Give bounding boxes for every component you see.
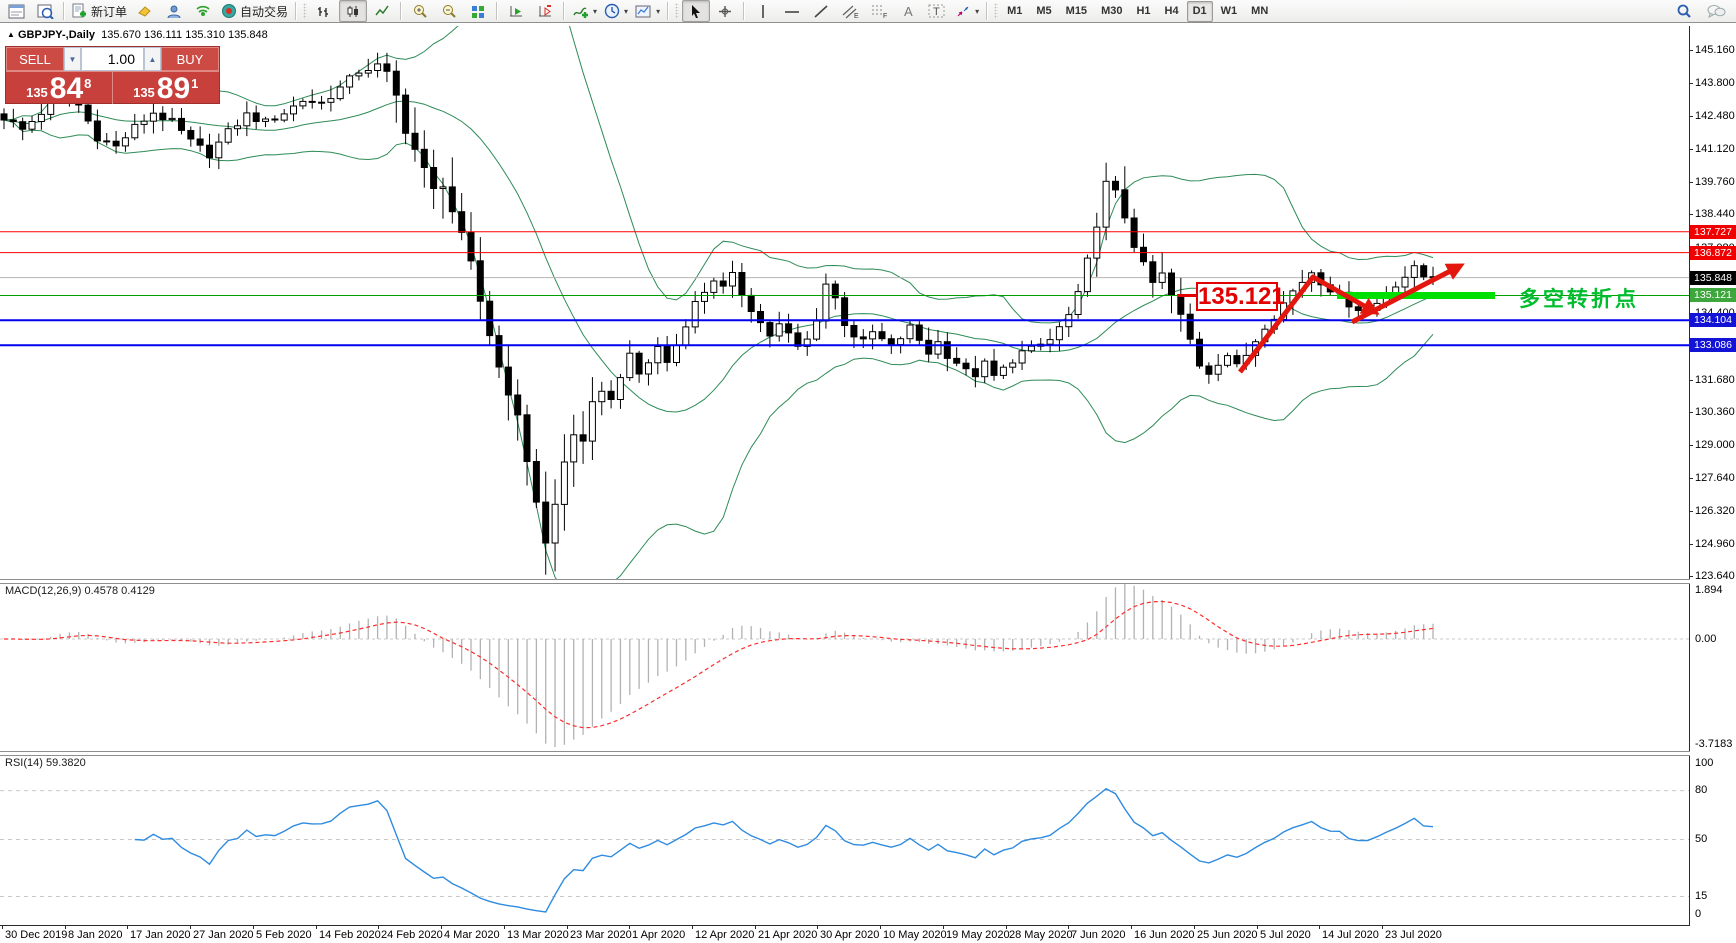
macd-histogram [4,584,1433,747]
svg-text:F: F [883,13,887,19]
sell-button[interactable]: SELL [6,47,64,71]
level-price-flag: 137.727 [1690,225,1736,239]
history-center-button[interactable] [131,0,159,22]
buy-price-pip: 1 [191,76,198,91]
ohlc-close: 135.848 [228,29,268,41]
fibonacci-tool-button[interactable]: F [865,0,893,22]
chat-icon[interactable] [1702,0,1730,22]
sell-price[interactable]: 135 84 8 [6,72,113,104]
signals-button[interactable] [189,0,217,22]
chart-plot-area[interactable] [0,24,1736,943]
buy-price[interactable]: 135 89 1 [113,72,220,104]
timeframe-m1-button[interactable]: M1 [1001,1,1028,22]
macd-signal-line [4,602,1433,728]
level-price-flag: 136.872 [1690,246,1736,260]
channel-tool-button[interactable]: E [836,0,864,22]
new-chart-button[interactable] [2,0,30,22]
timeframe-m30-button[interactable]: M30 [1095,1,1128,22]
bar-chart-type-button[interactable] [310,0,338,22]
chevron-down-icon: ▾ [593,7,597,16]
zoom-in-button[interactable] [406,0,434,22]
level-price-flag: 134.104 [1690,313,1736,327]
indicators-button[interactable]: ▾ [569,0,600,22]
chart-profiles-button[interactable] [31,0,59,22]
symbol-period-label: GBPJPY-,Daily [18,29,95,41]
sell-price-big: 84 [50,75,83,103]
volume-increase-button[interactable]: ▲ [144,47,161,71]
new-order-button[interactable]: 新订单 [69,0,130,22]
timeframe-m15-button[interactable]: M15 [1060,1,1093,22]
panel-separator[interactable] [0,579,1690,584]
timeframe-h1-button[interactable]: H1 [1130,1,1156,22]
autotrade-button[interactable]: 自动交易 [218,0,291,22]
crosshair-tool-button[interactable] [711,0,739,22]
search-icon[interactable] [1670,0,1698,22]
tile-windows-button[interactable] [464,0,492,22]
auto-scroll-button[interactable] [502,0,530,22]
svg-text:A: A [904,4,913,19]
templates-button[interactable]: ▾ [632,0,663,22]
arrows-tool-button[interactable]: ▾ [952,0,982,22]
svg-text:T: T [933,6,940,18]
zoom-out-button[interactable] [435,0,463,22]
timeframe-h4-button[interactable]: H4 [1159,1,1185,22]
svg-text:E: E [854,13,859,19]
sell-price-pip: 8 [84,76,91,91]
timeframe-bar: M1M5M15M30H1H4D1W1MN [1001,1,1274,22]
green-highlight-bar[interactable] [1337,292,1495,299]
drag-handle[interactable] [994,3,998,19]
chevron-down-icon: ▾ [975,7,979,16]
volume-decrease-button[interactable]: ▼ [64,47,81,71]
one-click-trading-panel: SELL ▼ 1.00 ▲ BUY 135 84 8 135 89 1 [5,46,220,104]
timeframe-mn-button[interactable]: MN [1245,1,1274,22]
ohlc-open: 135.670 [101,29,141,41]
timeframe-w1-button[interactable]: W1 [1215,1,1244,22]
rsi-line [135,789,1433,912]
toolbar: 新订单 自动交易 ▾ ▾ ▾ E F A T ▾ [0,0,1736,23]
panel-separator[interactable] [0,751,1690,756]
accounts-button[interactable] [160,0,188,22]
periods-button[interactable]: ▾ [601,0,631,22]
buy-button[interactable]: BUY [161,47,219,71]
volume-input[interactable]: 1.00 [81,47,144,71]
sell-price-figure: 135 [26,85,48,100]
line-chart-type-button[interactable] [368,0,396,22]
horizontal-line-tool-button[interactable] [778,0,806,22]
text-tool-button[interactable]: A [894,0,922,22]
level-price-flag: 135.121 [1690,288,1736,302]
collapse-triangle-icon[interactable]: ▲ [7,30,15,39]
candles [1,53,1436,575]
buy-price-figure: 135 [133,85,155,100]
chevron-down-icon: ▾ [656,7,660,16]
turning-point-note[interactable]: 多空转折点 [1519,283,1639,313]
drag-handle[interactable] [303,3,307,19]
price-annotation-box[interactable]: 135.121 [1196,282,1278,311]
mt4-window: 新订单 自动交易 ▾ ▾ ▾ E F A T ▾ [0,0,1736,943]
cursor-tool-button[interactable] [682,0,710,22]
timeframe-d1-button[interactable]: D1 [1187,1,1213,22]
new-order-label: 新订单 [91,3,127,20]
vertical-line-tool-button[interactable] [749,0,777,22]
ohlc-low: 135.310 [185,29,225,41]
chart-shift-button[interactable] [531,0,559,22]
label-connector-dash [1178,294,1197,297]
trendline-tool-button[interactable] [807,0,835,22]
buy-price-big: 89 [157,75,190,103]
rsi-label: RSI(14) 59.3820 [5,757,86,769]
drag-handle[interactable] [675,3,679,19]
autotrade-label: 自动交易 [240,3,288,20]
level-price-flag: 133.086 [1690,338,1736,352]
candlestick-chart-type-button[interactable] [339,0,367,22]
ohlc-high: 136.111 [144,29,182,41]
chart-title: ▲ GBPJPY-,Daily 135.670 136.111 135.310 … [7,29,268,41]
timeframe-m5-button[interactable]: M5 [1030,1,1057,22]
current-price-flag: 135.848 [1690,271,1736,285]
macd-label: MACD(12,26,9) 0.4578 0.4129 [5,585,155,597]
text-label-tool-button[interactable]: T [923,0,951,22]
chevron-down-icon: ▾ [624,7,628,16]
